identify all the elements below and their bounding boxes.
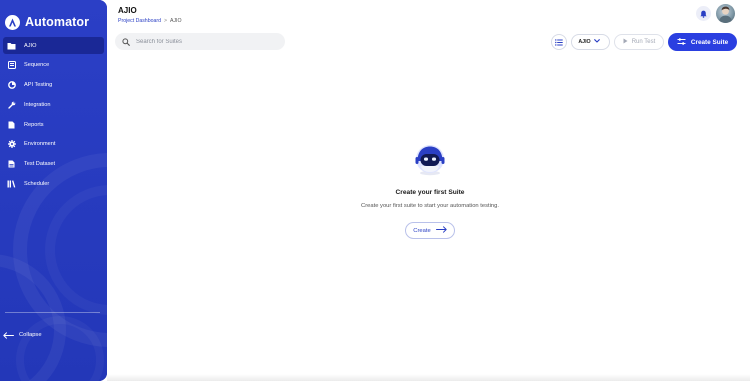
empty-state-title: Create your first Suite bbox=[395, 189, 465, 196]
create-suite-label: Create Suite bbox=[690, 38, 729, 46]
breadcrumb-separator: > bbox=[163, 18, 167, 24]
dataset-icon bbox=[7, 160, 16, 169]
user-avatar[interactable] bbox=[716, 4, 735, 23]
create-suite-button[interactable]: Create Suite bbox=[668, 33, 737, 51]
page-title: AJIO bbox=[118, 6, 137, 15]
automator-logo-icon bbox=[5, 14, 20, 30]
project-select[interactable]: AJIO bbox=[571, 34, 610, 50]
sidebar-item-reports[interactable]: Reports bbox=[3, 116, 104, 133]
sidebar-item-integration[interactable]: Integration bbox=[3, 96, 104, 113]
search-input[interactable] bbox=[136, 38, 276, 45]
list-view-button[interactable] bbox=[551, 34, 567, 50]
run-test-label: Run Test bbox=[631, 39, 656, 45]
sidebar-item-scheduler[interactable]: Scheduler bbox=[3, 176, 104, 193]
arrow-right-icon bbox=[435, 226, 447, 235]
sidebar-nav: AJIO Sequence API Testing Integration Re… bbox=[3, 37, 104, 195]
sidebar-item-label: Integration bbox=[24, 101, 51, 108]
brand-name: Automator bbox=[25, 15, 90, 29]
breadcrumb: Project Dashboard > AJIO bbox=[118, 18, 182, 24]
sidebar-item-label: Test Dataset bbox=[24, 161, 56, 168]
sidebar-item-label: Sequence bbox=[24, 62, 50, 69]
collapse-button[interactable]: Collapse bbox=[3, 326, 42, 344]
sliders-icon bbox=[677, 37, 686, 47]
app-window: Automator AJIO Sequence API Testing Inte… bbox=[0, 0, 750, 381]
notification-button[interactable] bbox=[696, 6, 711, 21]
create-button[interactable]: Create bbox=[405, 222, 455, 239]
bell-icon bbox=[700, 5, 707, 23]
folder-icon bbox=[7, 41, 16, 50]
search-bar[interactable] bbox=[115, 33, 285, 50]
bottom-edge-shadow bbox=[107, 374, 750, 381]
sidebar-item-label: Environment bbox=[24, 141, 56, 148]
run-test-button[interactable]: Run Test bbox=[614, 34, 664, 50]
collapse-label: Collapse bbox=[19, 332, 42, 338]
breadcrumb-current: AJIO bbox=[170, 18, 182, 24]
sidebar-divider bbox=[5, 312, 100, 313]
sidebar-item-ajio[interactable]: AJIO bbox=[3, 37, 104, 54]
sidebar-item-test-dataset[interactable]: Test Dataset bbox=[3, 156, 104, 173]
brand[interactable]: Automator bbox=[5, 13, 89, 31]
play-icon bbox=[623, 38, 628, 46]
list-icon bbox=[555, 33, 563, 51]
sidebar: Automator AJIO Sequence API Testing Inte… bbox=[0, 0, 107, 381]
project-select-value: AJIO bbox=[578, 39, 591, 45]
create-button-label: Create bbox=[413, 227, 431, 234]
gear-icon bbox=[7, 140, 16, 149]
search-icon bbox=[122, 33, 130, 51]
sidebar-item-sequence[interactable]: Sequence bbox=[3, 57, 104, 74]
empty-state-description: Create your first suite to start your au… bbox=[361, 203, 499, 209]
sidebar-item-label: AJIO bbox=[24, 42, 37, 49]
robot-icon bbox=[412, 142, 448, 176]
api-icon bbox=[7, 81, 16, 90]
report-icon bbox=[7, 120, 16, 129]
sidebar-item-environment[interactable]: Environment bbox=[3, 136, 104, 153]
breadcrumb-project-dashboard[interactable]: Project Dashboard bbox=[118, 18, 161, 24]
chevron-down-icon bbox=[593, 39, 600, 45]
wrench-icon bbox=[7, 100, 16, 109]
sequence-icon bbox=[7, 61, 16, 70]
sidebar-item-label: Reports bbox=[24, 121, 44, 128]
sidebar-item-label: Scheduler bbox=[24, 181, 50, 188]
arrow-left-icon bbox=[3, 326, 14, 344]
scheduler-icon bbox=[7, 180, 16, 189]
sidebar-item-api-testing[interactable]: API Testing bbox=[3, 77, 104, 94]
sidebar-item-label: API Testing bbox=[24, 82, 53, 89]
